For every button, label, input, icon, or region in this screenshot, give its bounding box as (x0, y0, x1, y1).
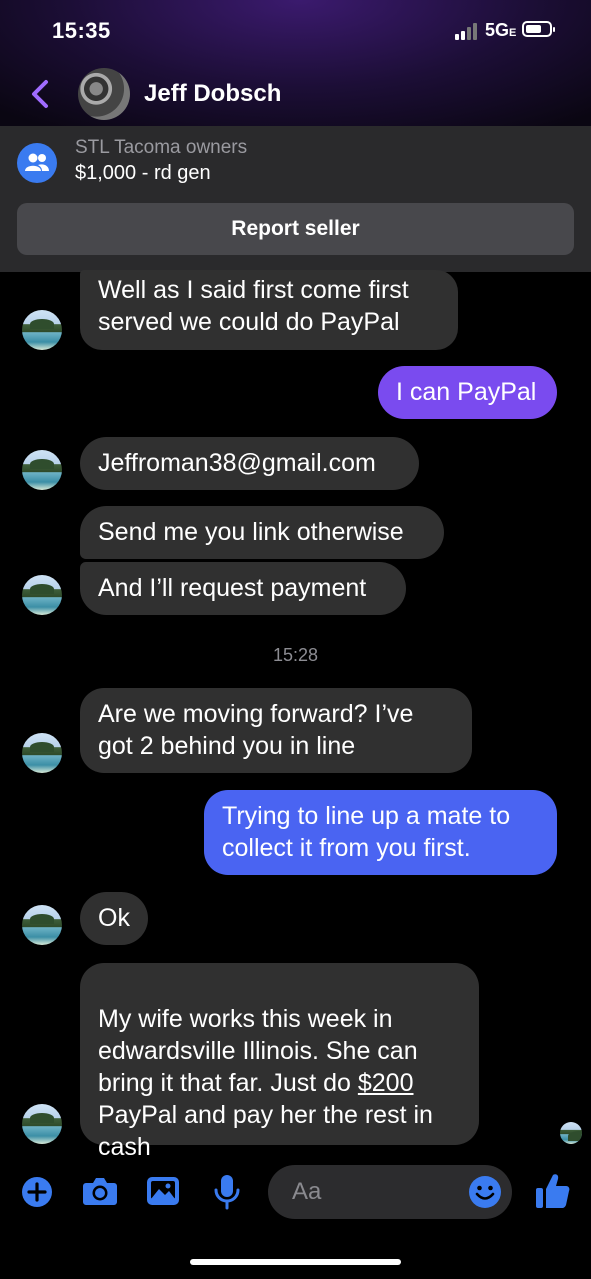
add-button[interactable] (21, 1176, 53, 1213)
outgoing-message[interactable]: I can PayPal (378, 366, 557, 419)
signal-icon (455, 22, 481, 40)
incoming-message[interactable]: Are we moving forward? I’ve got 2 behind… (80, 688, 472, 773)
sender-avatar[interactable] (22, 905, 62, 945)
contact-name[interactable]: Jeff Dobsch (144, 80, 281, 108)
voice-button[interactable] (214, 1174, 240, 1215)
like-button[interactable] (535, 1172, 571, 1215)
network-indicator: 5GE (485, 20, 517, 40)
message-composer (0, 1160, 591, 1230)
chat-header: Jeff Dobsch (0, 64, 591, 126)
incoming-message[interactable]: My wife works this week in edwardsville … (80, 963, 479, 1161)
thumbs-up-icon (536, 1174, 570, 1208)
sender-avatar[interactable] (22, 450, 62, 490)
camera-button[interactable] (82, 1175, 118, 1212)
incoming-message[interactable]: Well as I said first come first served w… (80, 270, 458, 350)
group-icon (17, 143, 57, 183)
image-icon (147, 1177, 179, 1205)
status-time: 15:35 (52, 18, 111, 43)
message-text: PayPal and pay her the rest in cash (98, 1101, 433, 1161)
camera-icon (83, 1178, 117, 1205)
incoming-message[interactable]: Send me you link otherwise (80, 506, 444, 559)
emoji-icon[interactable] (468, 1175, 502, 1209)
sender-avatar[interactable] (22, 310, 62, 350)
report-seller-button[interactable]: Report seller (17, 203, 574, 255)
message-input-container[interactable] (268, 1165, 512, 1219)
battery-icon (522, 21, 555, 37)
sender-avatar[interactable] (22, 733, 62, 773)
plus-circle-icon (22, 1177, 52, 1207)
microphone-icon (214, 1175, 240, 1210)
message-timestamp: 15:28 (272, 645, 319, 665)
incoming-message[interactable]: Jeffroman38@gmail.com (80, 437, 419, 490)
listing-title[interactable]: $1,000 - rd gen (75, 162, 211, 185)
sender-avatar[interactable] (22, 575, 62, 615)
message-input[interactable] (290, 1175, 454, 1209)
sender-avatar[interactable] (22, 1104, 62, 1144)
incoming-message[interactable]: Ok (80, 892, 148, 945)
amount-link[interactable]: $200 (358, 1069, 414, 1097)
marketplace-listing-card: STL Tacoma owners $1,000 - rd gen Report… (0, 126, 591, 272)
outgoing-message[interactable]: Trying to line up a mate to collect it f… (204, 790, 557, 875)
listing-group-name[interactable]: STL Tacoma owners (75, 137, 247, 159)
chevron-left-icon (32, 80, 48, 108)
back-button[interactable] (28, 78, 54, 110)
read-receipt-avatar (560, 1122, 582, 1144)
status-bar: 15:35 5GE (0, 0, 591, 64)
photo-button[interactable] (146, 1175, 180, 1212)
home-indicator (190, 1259, 401, 1265)
incoming-message[interactable]: And I’ll request payment (80, 562, 406, 615)
contact-avatar[interactable] (78, 68, 130, 120)
